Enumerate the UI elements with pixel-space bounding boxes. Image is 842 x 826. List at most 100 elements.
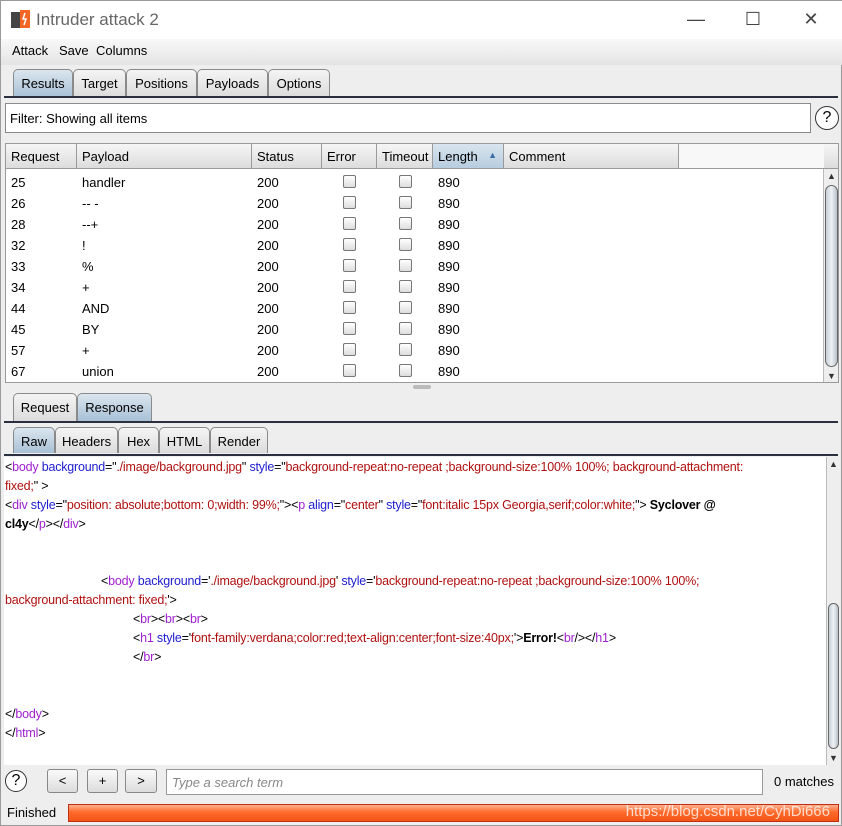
cell-request: 26 <box>11 196 26 211</box>
error-checkbox[interactable] <box>343 238 356 251</box>
table-scrollbar[interactable]: ▲ ▼ <box>823 169 838 382</box>
cell-status: 200 <box>257 301 279 316</box>
code-token: < <box>5 574 109 588</box>
code-token: </ <box>5 726 16 740</box>
help-icon[interactable]: ? <box>5 770 27 792</box>
error-checkbox[interactable] <box>343 259 356 272</box>
timeout-checkbox[interactable] <box>399 238 412 251</box>
menu-columns[interactable]: Columns <box>96 43 147 58</box>
code-token: =" <box>105 460 117 474</box>
error-checkbox[interactable] <box>343 217 356 230</box>
scroll-thumb[interactable] <box>828 603 839 749</box>
code-line: background-attachment: fixed;'> <box>5 591 825 610</box>
scroll-down-icon[interactable]: ▼ <box>824 371 838 381</box>
scroll-up-icon[interactable]: ▲ <box>827 459 840 469</box>
search-add-button[interactable]: + <box>87 769 118 793</box>
timeout-checkbox[interactable] <box>399 175 412 188</box>
timeout-checkbox[interactable] <box>399 322 412 335</box>
search-input[interactable]: Type a search term <box>166 769 763 795</box>
response-raw-view[interactable]: <body background="./image/background.jpg… <box>4 457 840 765</box>
code-token: cl4y <box>5 517 29 531</box>
column-header-payload[interactable]: Payload <box>77 144 252 169</box>
error-checkbox[interactable] <box>343 280 356 293</box>
timeout-checkbox[interactable] <box>399 280 412 293</box>
error-checkbox[interactable] <box>343 301 356 314</box>
tab-target[interactable]: Target <box>73 69 126 97</box>
cell-request: 28 <box>11 217 26 232</box>
tab-divider <box>4 96 838 98</box>
maximize-button[interactable]: ☐ <box>738 9 768 31</box>
code-line: <body background="./image/background.jpg… <box>5 458 825 477</box>
tab-results[interactable]: Results <box>13 69 73 97</box>
search-next-button[interactable]: > <box>125 769 157 793</box>
code-token: body <box>12 460 39 474</box>
error-checkbox[interactable] <box>343 364 356 377</box>
error-checkbox[interactable] <box>343 196 356 209</box>
column-header-comment[interactable]: Comment <box>504 144 679 169</box>
error-checkbox[interactable] <box>343 175 356 188</box>
search-bar: ? < + > Type a search term 0 matches <box>1 767 842 797</box>
cell-status: 200 <box>257 196 279 211</box>
tab-html[interactable]: HTML <box>159 427 210 453</box>
code-token: body <box>15 707 42 721</box>
menu-attack[interactable]: Attack <box>12 43 48 58</box>
timeout-checkbox[interactable] <box>399 301 412 314</box>
tab-render[interactable]: Render <box>210 427 268 453</box>
column-header-error[interactable]: Error <box>322 144 377 169</box>
error-checkbox[interactable] <box>343 322 356 335</box>
code-token: p <box>38 517 46 531</box>
match-count: 0 matches <box>774 774 834 789</box>
cell-request: 32 <box>11 238 26 253</box>
code-token: body <box>108 574 135 588</box>
results-table: Request Payload Status Error Timeout Len… <box>5 143 839 383</box>
tab-headers[interactable]: Headers <box>55 427 118 453</box>
close-button[interactable]: ✕ <box>796 9 826 31</box>
tab-request[interactable]: Request <box>13 393 77 421</box>
timeout-checkbox[interactable] <box>399 217 412 230</box>
cell-request: 67 <box>11 364 26 379</box>
code-line: <div style="position: absolute;bottom: 0… <box>5 496 825 515</box>
minimize-button[interactable]: — <box>681 9 711 31</box>
cell-request: 44 <box>11 301 26 316</box>
code-token: br <box>140 612 151 626</box>
tab-options[interactable]: Options <box>268 69 330 97</box>
response-scrollbar[interactable]: ▲ ▼ <box>826 457 840 765</box>
code-token: > <box>154 650 162 664</box>
tab-payloads[interactable]: Payloads <box>197 69 268 97</box>
timeout-checkbox[interactable] <box>399 259 412 272</box>
column-header-timeout[interactable]: Timeout <box>377 144 433 169</box>
menu-save[interactable]: Save <box>59 43 89 58</box>
split-handle[interactable] <box>413 385 431 389</box>
cell-length: 890 <box>438 301 460 316</box>
error-checkbox[interactable] <box>343 343 356 356</box>
column-header-length[interactable]: Length ▲ <box>433 144 504 169</box>
cell-length: 890 <box>438 343 460 358</box>
code-token: " > <box>33 479 49 493</box>
code-token: style <box>153 631 182 645</box>
column-header-request[interactable]: Request <box>6 144 77 169</box>
timeout-checkbox[interactable] <box>399 196 412 209</box>
scroll-up-icon[interactable]: ▲ <box>824 171 838 181</box>
scroll-down-icon[interactable]: ▼ <box>827 753 840 763</box>
tab-hex[interactable]: Hex <box>118 427 159 453</box>
timeout-checkbox[interactable] <box>399 364 412 377</box>
view-tab-divider <box>4 454 838 456</box>
cell-length: 890 <box>438 175 460 190</box>
timeout-checkbox[interactable] <box>399 343 412 356</box>
code-token: background <box>38 460 106 474</box>
tab-response[interactable]: Response <box>77 393 152 421</box>
search-previous-button[interactable]: < <box>47 769 78 793</box>
cell-status: 200 <box>257 217 279 232</box>
tab-positions[interactable]: Positions <box>126 69 197 97</box>
filter-bar[interactable]: Filter: Showing all items <box>5 103 811 133</box>
code-token: position: absolute;bottom: 0;width: 99%; <box>66 498 280 512</box>
scroll-thumb[interactable] <box>825 185 838 367</box>
tab-raw[interactable]: Raw <box>13 427 55 453</box>
help-icon[interactable]: ? <box>815 106 839 130</box>
code-line: </html> <box>5 724 825 743</box>
code-token: =' <box>201 574 211 588</box>
column-header-status[interactable]: Status <box>252 144 322 169</box>
